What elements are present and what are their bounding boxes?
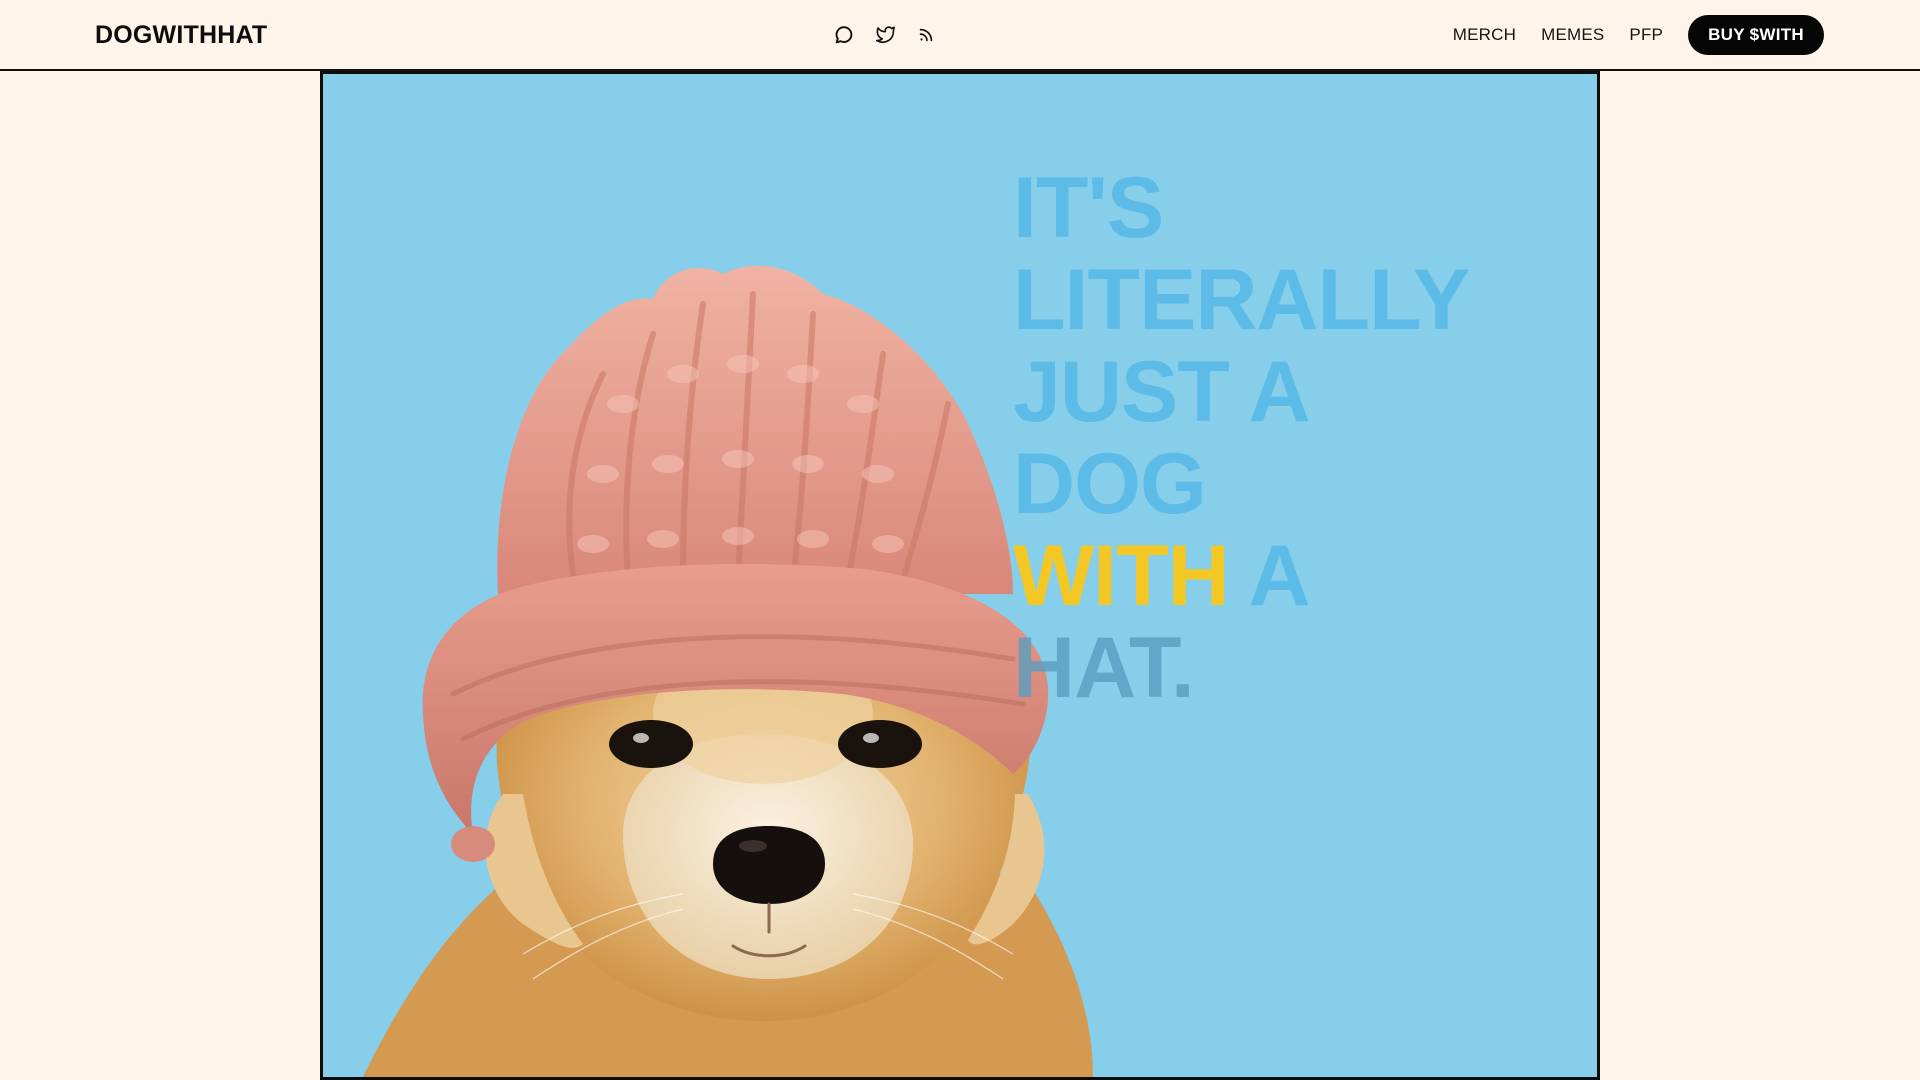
hero-banner: IT'S LITERALLY JUST A DOG WITH A HAT.	[320, 71, 1600, 1080]
nav-link-memes[interactable]: MEMES	[1541, 25, 1604, 45]
rss-icon[interactable]	[913, 22, 939, 48]
headline-line-1: IT'S	[1013, 160, 1164, 256]
nav-link-pfp[interactable]: PFP	[1629, 25, 1663, 45]
social-icons	[831, 22, 939, 48]
chat-icon[interactable]	[831, 22, 857, 48]
headline-line-2: LITERALLY	[1013, 252, 1470, 348]
hero-headline: IT'S LITERALLY JUST A DOG WITH A HAT.	[1013, 162, 1573, 714]
buy-with-button[interactable]: BUY $WITH	[1688, 15, 1824, 55]
headline-line-5-rest: A	[1228, 528, 1310, 624]
headline-line-4: DOG	[1013, 436, 1207, 532]
headline-line-6: HAT.	[1013, 620, 1195, 716]
main-nav: MERCH MEMES PFP BUY $WITH	[1453, 15, 1824, 55]
headline-with-highlight: WITH	[1013, 528, 1230, 624]
top-navbar: DOGWITHHAT MERCH MEMES PFP BUY $WITH	[0, 0, 1920, 71]
twitter-icon[interactable]	[872, 22, 898, 48]
headline-line-3: JUST A	[1013, 344, 1311, 440]
brand-logo-link[interactable]: DOGWITHHAT	[95, 21, 267, 50]
headline-line-5: WITH A	[1013, 530, 1573, 622]
nav-link-merch[interactable]: MERCH	[1453, 25, 1516, 45]
